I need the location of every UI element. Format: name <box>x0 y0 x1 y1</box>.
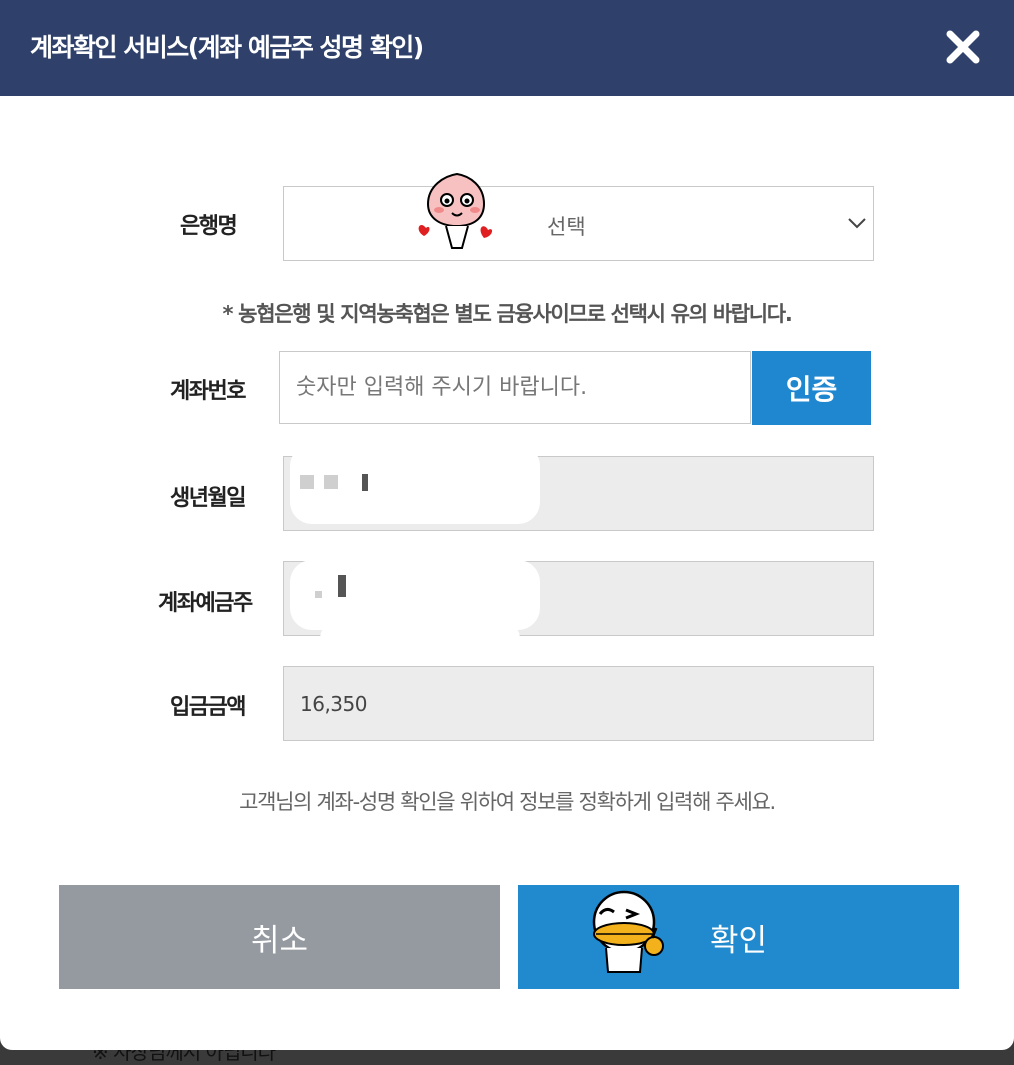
masked-char <box>315 591 322 598</box>
close-button[interactable] <box>938 22 988 72</box>
duck-character-sticker <box>592 890 664 973</box>
account-verification-modal: 계좌확인 서비스(계좌 예금주 성명 확인) 은행명 선택 * 농협은행 및 지… <box>0 0 1014 1050</box>
modal-header: 계좌확인 서비스(계좌 예금주 성명 확인) <box>0 0 1014 96</box>
masked-cursor <box>338 575 346 597</box>
verify-button[interactable]: 인증 <box>752 351 871 425</box>
masked-cursor <box>362 474 368 491</box>
cancel-button[interactable]: 취소 <box>59 885 500 989</box>
bank-label: 은행명 <box>180 214 238 239</box>
confirm-button[interactable]: 확인 <box>518 885 959 989</box>
confirm-button-label: 확인 <box>709 922 768 959</box>
account-holder-label: 계좌예금주 <box>158 591 253 616</box>
birthdate-label: 생년월일 <box>170 486 246 511</box>
modal-title: 계좌확인 서비스(계좌 예금주 성명 확인) <box>30 33 424 62</box>
deposit-amount-label: 입금금액 <box>170 695 246 720</box>
account-label: 계좌번호 <box>170 379 246 404</box>
masked-char <box>300 475 314 489</box>
bank-caution-note: * 농협은행 및 지역농축협은 별도 금융사이므로 선택시 유의 바랍니다. <box>222 302 792 326</box>
peach-character-sticker <box>418 172 493 249</box>
deposit-amount-value: 16,350 <box>300 692 367 716</box>
masked-char <box>324 475 338 489</box>
deposit-amount-field: 16,350 <box>283 666 874 741</box>
privacy-blur <box>320 620 520 658</box>
account-number-input[interactable] <box>279 351 751 424</box>
chevron-down-icon <box>848 218 866 229</box>
bank-select-value: 선택 <box>547 215 586 239</box>
guide-text: 고객님의 계좌-성명 확인을 위하여 정보를 정확하게 입력해 주세요. <box>239 790 776 814</box>
bank-select[interactable]: 선택 <box>283 186 874 261</box>
close-x-icon <box>946 30 980 64</box>
